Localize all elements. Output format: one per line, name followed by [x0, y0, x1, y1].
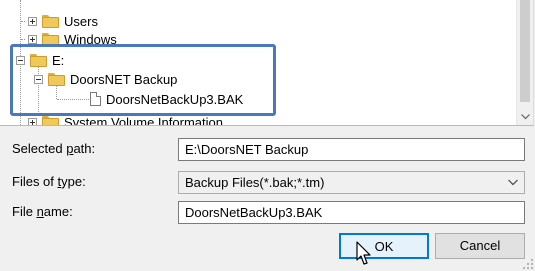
tree-item-label: System Volume Information — [64, 114, 223, 126]
folder-icon — [42, 115, 59, 125]
folder-icon — [42, 14, 59, 28]
scrollbar-thumb[interactable] — [520, 0, 530, 102]
expand-plus-icon[interactable] — [28, 117, 37, 125]
files-of-type-value: Backup Files(*.bak;*.tm) — [185, 175, 325, 190]
selected-path-value: E:\DoorsNET Backup — [185, 142, 309, 157]
file-name-field[interactable]: DoorsNetBackUp3.BAK — [178, 201, 525, 224]
expand-plus-icon[interactable] — [28, 34, 37, 44]
folder-tree[interactable]: Users Windows E: DoorsNET Backup DoorsNe… — [0, 0, 534, 126]
file-name-value: DoorsNetBackUp3.BAK — [185, 205, 323, 220]
tree-connector — [21, 21, 25, 22]
files-of-type-label: Files of type: — [12, 174, 86, 189]
ok-button[interactable]: OK — [339, 233, 429, 259]
selected-path-label: Selected path: — [12, 141, 96, 156]
selected-path-field[interactable]: E:\DoorsNET Backup — [178, 138, 525, 161]
resize-grip-icon[interactable] — [523, 259, 533, 269]
vertical-scrollbar[interactable] — [516, 0, 533, 125]
file-name-label: File name: — [12, 204, 73, 219]
tree-connector — [21, 39, 25, 40]
chevron-down-icon[interactable] — [508, 172, 518, 193]
expand-plus-icon[interactable] — [28, 16, 37, 26]
files-of-type-select[interactable]: Backup Files(*.bak;*.tm) — [178, 171, 525, 194]
tree-item-users[interactable]: Users — [28, 12, 98, 30]
tree-item-label: Users — [64, 13, 98, 29]
mouse-pointer-icon — [356, 241, 371, 265]
selection-highlight-box — [10, 44, 276, 116]
chevron-down-icon[interactable] — [517, 108, 533, 125]
cancel-button[interactable]: Cancel — [435, 233, 525, 259]
